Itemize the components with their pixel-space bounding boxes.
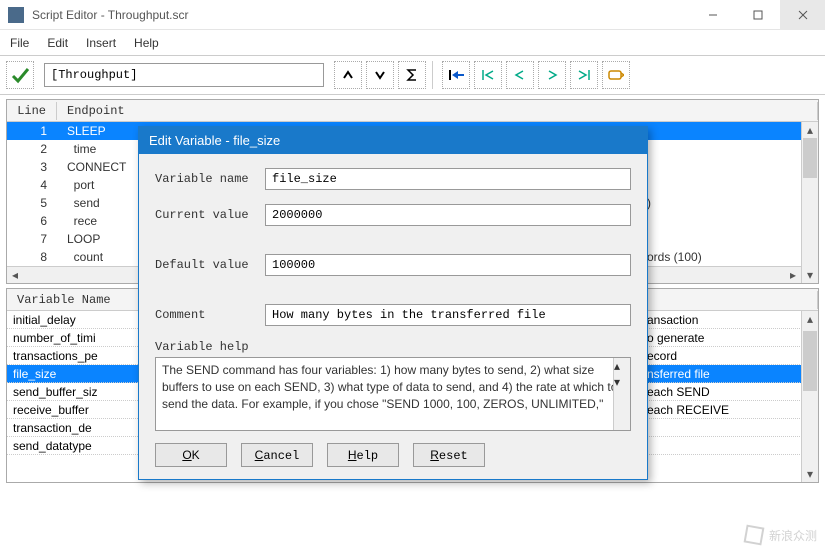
variable-desc-trail: ansaction: [647, 313, 698, 327]
line-number: 2: [7, 142, 57, 156]
default-value-label: Default value: [155, 258, 265, 272]
variable-desc-trail: ecord: [647, 349, 677, 363]
help-button[interactable]: Help: [327, 443, 399, 467]
scroll-right-icon[interactable]: ▸: [785, 267, 801, 283]
minimize-button[interactable]: [690, 0, 735, 30]
scroll-left-icon[interactable]: ◂: [7, 267, 23, 283]
menubar: File Edit Insert Help: [0, 30, 825, 55]
reset-button[interactable]: Reset: [413, 443, 485, 467]
current-value-label: Current value: [155, 208, 265, 222]
script-grid-header: Line Endpoint: [7, 100, 818, 122]
menu-edit[interactable]: Edit: [47, 36, 68, 50]
down-button[interactable]: [366, 61, 394, 89]
line-number: 4: [7, 178, 57, 192]
scroll-up-icon[interactable]: ▴: [802, 122, 818, 138]
confirm-button[interactable]: [6, 61, 34, 89]
nav-first-button[interactable]: [474, 61, 502, 89]
window-title: Script Editor - Throughput.scr: [32, 8, 690, 22]
vertical-scrollbar[interactable]: ▴ ▾: [801, 122, 818, 283]
scroll-down-icon[interactable]: ▾: [802, 267, 818, 283]
menu-insert[interactable]: Insert: [86, 36, 116, 50]
variable-name-label: Variable name: [155, 172, 265, 186]
up-button[interactable]: [334, 61, 362, 89]
comment-label: Comment: [155, 308, 265, 322]
variable-desc-trail: nsferred file: [647, 367, 710, 381]
variable-help-text[interactable]: The SEND command has four variables: 1) …: [155, 357, 631, 431]
variable-desc-trail: o generate: [647, 331, 704, 345]
line-number: 8: [7, 250, 57, 264]
line-number: 6: [7, 214, 57, 228]
default-value-input[interactable]: [265, 254, 631, 276]
scroll-thumb[interactable]: [803, 138, 817, 178]
variable-name-input[interactable]: [265, 168, 631, 190]
col-line[interactable]: Line: [7, 102, 57, 120]
comment-input[interactable]: [265, 304, 631, 326]
app-icon: [8, 7, 24, 23]
line-number: 3: [7, 160, 57, 174]
dialog-title[interactable]: Edit Variable - file_size: [139, 127, 647, 154]
scroll-up-icon[interactable]: ▴: [802, 311, 818, 327]
toolbar-separator: [432, 61, 436, 89]
watermark: 新浪众测: [745, 526, 817, 544]
variable-desc-trail: each SEND: [647, 385, 710, 399]
nav-prev-button[interactable]: [506, 61, 534, 89]
col-endpoint[interactable]: Endpoint: [57, 102, 818, 120]
line-number: 7: [7, 232, 57, 246]
maximize-button[interactable]: [735, 0, 780, 30]
script-name-input[interactable]: [44, 63, 324, 87]
toolbar: [0, 55, 825, 95]
variable-desc-trail: each RECEIVE: [647, 403, 729, 417]
line-number: 1: [7, 124, 57, 138]
cube-icon: [744, 525, 765, 546]
sum-button[interactable]: [398, 61, 426, 89]
variable-help-label: Variable help: [155, 340, 631, 354]
scroll-thumb[interactable]: [803, 331, 817, 391]
insert-button[interactable]: [442, 61, 470, 89]
scroll-down-icon[interactable]: ▾: [614, 374, 630, 390]
scroll-up-icon[interactable]: ▴: [614, 358, 630, 374]
current-value-input[interactable]: [265, 204, 631, 226]
close-button[interactable]: [780, 0, 825, 30]
cancel-button[interactable]: Cancel: [241, 443, 313, 467]
nav-next-button[interactable]: [538, 61, 566, 89]
menu-file[interactable]: File: [10, 36, 29, 50]
loop-button[interactable]: [602, 61, 630, 89]
edit-variable-dialog: Edit Variable - file_size Variable name …: [138, 126, 648, 480]
help-text-content: The SEND command has four variables: 1) …: [162, 363, 617, 411]
menu-help[interactable]: Help: [134, 36, 159, 50]
ok-button[interactable]: OK: [155, 443, 227, 467]
help-scrollbar[interactable]: ▴ ▾: [613, 358, 630, 430]
vertical-scrollbar[interactable]: ▴ ▾: [801, 311, 818, 482]
titlebar: Script Editor - Throughput.scr: [0, 0, 825, 30]
scroll-down-icon[interactable]: ▾: [802, 466, 818, 482]
trail-text: ords (100): [647, 250, 702, 264]
line-number: 5: [7, 196, 57, 210]
nav-last-button[interactable]: [570, 61, 598, 89]
watermark-text: 新浪众测: [769, 527, 817, 544]
